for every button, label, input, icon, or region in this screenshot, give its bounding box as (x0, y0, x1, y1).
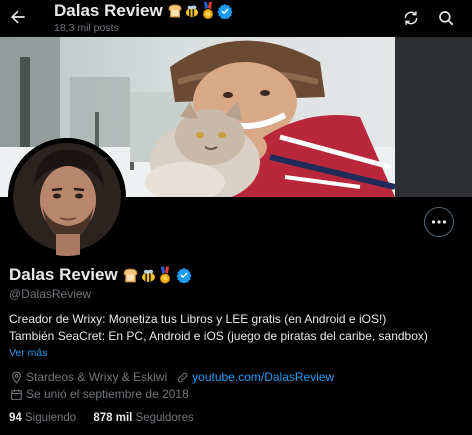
following-label: Siguiendo (25, 412, 77, 424)
bread-emoji (123, 268, 138, 282)
bee-emoji (141, 269, 155, 282)
profile-avatar[interactable] (8, 138, 126, 256)
profile-website-link[interactable]: youtube.com/DalasReview (192, 370, 334, 384)
location-pin-icon (9, 370, 23, 384)
emoji-badges (167, 2, 215, 20)
profile-meta-row: Stardeos & Wrixy & Eskiwi youtube.com/Da… (9, 370, 334, 384)
profile-location: Stardeos & Wrixy & Eskiwi (26, 370, 168, 384)
link-icon (175, 370, 189, 384)
following-count: 94 (9, 412, 22, 424)
followers-label: Seguidores (135, 412, 194, 424)
bee-emoji (185, 5, 198, 17)
more-options-button[interactable] (424, 207, 454, 237)
more-horizontal-icon (431, 220, 447, 224)
profile-emoji-badges (122, 266, 172, 285)
medal-emoji (202, 2, 213, 19)
header-title-row: Dalas Review (54, 1, 233, 21)
header-title-block: Dalas Review 18,3 mil posts (54, 1, 233, 34)
header-title: Dalas Review (54, 1, 163, 20)
medal-emoji (159, 266, 170, 283)
calendar-icon (9, 387, 23, 401)
bio-line-2: También SeaCret: En PC, Android e iOS (j… (9, 329, 428, 343)
search-icon[interactable] (434, 6, 458, 30)
posts-count: 18,3 mil posts (54, 22, 119, 34)
following-link[interactable]: 94 Siguiendo (9, 412, 76, 424)
bread-emoji (168, 4, 182, 18)
verified-badge-icon (217, 4, 233, 19)
verified-badge-icon[interactable] (176, 267, 192, 283)
refresh-icon[interactable] (399, 6, 423, 30)
followers-count: 878 mil (93, 412, 133, 424)
see-more-link[interactable]: Ver más (9, 347, 48, 359)
profile-name-row: Dalas Review (9, 264, 192, 286)
profile-joined-row: Se unió el septiembre de 2018 (9, 387, 189, 401)
top-bar: Dalas Review 18,3 mil posts (0, 0, 472, 37)
profile-handle: @DalasReview (9, 287, 92, 301)
arrow-left-icon[interactable] (6, 3, 30, 31)
profile-name: Dalas Review (9, 265, 118, 284)
bio-line-1: Creador de Wrixy: Monetiza tus Libros y … (9, 312, 387, 326)
followers-link[interactable]: 878 mil Seguidores (93, 412, 193, 424)
profile-joined-date: Se unió el septiembre de 2018 (26, 387, 189, 401)
profile-stats: 94 Siguiendo 878 mil Seguidores (9, 412, 194, 424)
